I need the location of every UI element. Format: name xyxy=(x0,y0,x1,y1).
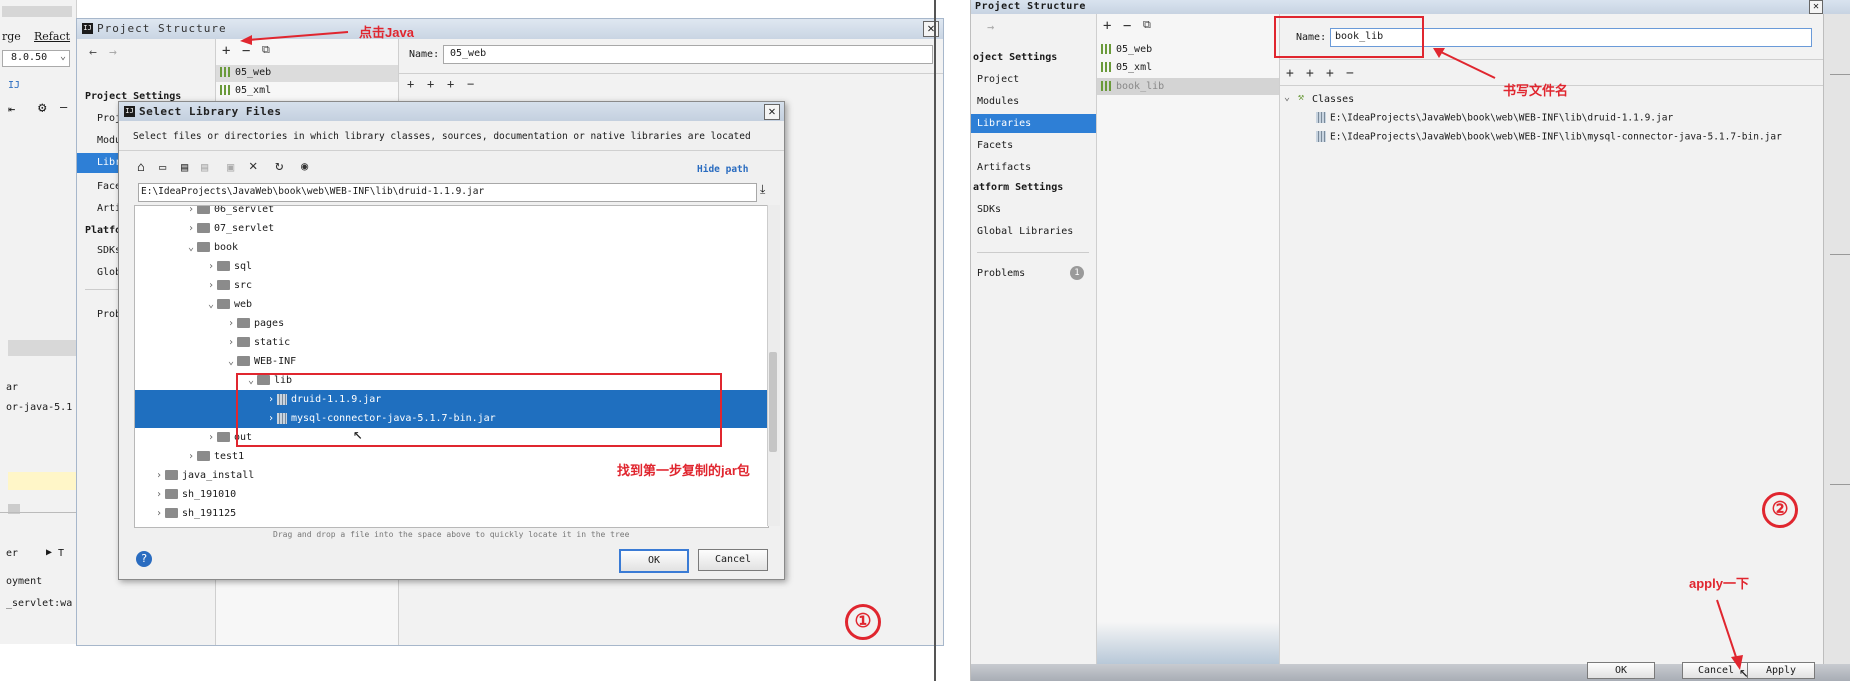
arrow-line xyxy=(247,31,349,41)
annotation-arrows xyxy=(240,31,349,45)
note-find-jar: 找到第一步复制的jar包 xyxy=(617,463,750,478)
highlight-box xyxy=(236,373,722,447)
step-badge: ① xyxy=(845,604,881,640)
note-write-name: 书写文件名 xyxy=(1503,83,1569,98)
mouse-cursor-icon: ↖ xyxy=(1739,662,1749,681)
note-apply: apply一下 xyxy=(1689,576,1749,591)
note-click-java: 点击Java xyxy=(359,25,414,40)
divider-line xyxy=(934,0,936,681)
right-screenshot: Project Structure ✕ → oject Settings Pro… xyxy=(970,0,1850,681)
arrow-head xyxy=(240,35,252,45)
step-badge: ② xyxy=(1762,492,1798,528)
left-screenshot: rge Refact 8.0.50 ⌄ IJ ⇤ ⚙ — ar or-java-… xyxy=(0,0,968,681)
